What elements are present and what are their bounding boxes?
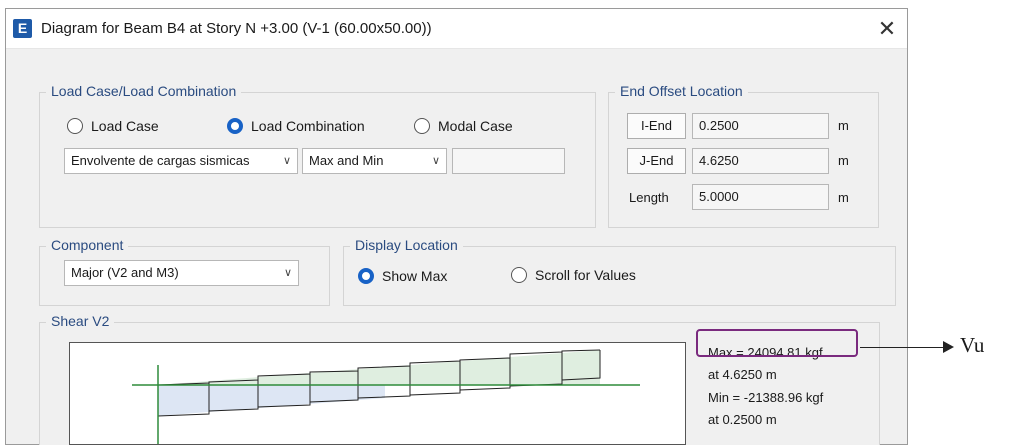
extra-input[interactable] (452, 148, 565, 174)
arrow-right-icon (943, 341, 954, 353)
max-min-select[interactable]: Max and Min ∨ (302, 148, 447, 174)
display-location-legend: Display Location (350, 237, 463, 253)
i-end-unit: m (838, 118, 849, 133)
length-label: Length (629, 190, 669, 205)
j-end-field[interactable]: 4.6250 (692, 148, 829, 174)
combination-select-value: Envolvente de cargas sismicas (71, 153, 250, 168)
etabs-app-icon: E (13, 19, 32, 38)
shear-min-value: Min = -21388.96 kgf (708, 390, 824, 405)
i-end-button[interactable]: I-End (627, 113, 686, 139)
window-title: Diagram for Beam B4 at Story N +3.00 (V-… (41, 20, 432, 37)
annotation-arrow-line (860, 347, 946, 348)
radio-scroll-values-label: Scroll for Values (535, 267, 636, 283)
chevron-down-icon: ∨ (431, 155, 440, 167)
chevron-down-icon: ∨ (283, 267, 292, 279)
shear-legend: Shear V2 (46, 313, 115, 329)
shear-diagram-svg (132, 349, 640, 444)
radio-unchecked-icon (511, 267, 527, 283)
combination-select[interactable]: Envolvente de cargas sismicas ∨ (64, 148, 298, 174)
radio-load-combination-label: Load Combination (251, 118, 365, 134)
radio-unchecked-icon (67, 118, 83, 134)
radio-show-max-label: Show Max (382, 268, 448, 284)
shear-diagram (69, 342, 686, 445)
close-icon[interactable]: ✕ (873, 15, 901, 43)
end-offset-legend: End Offset Location (615, 83, 748, 99)
i-end-field[interactable]: 0.2500 (692, 113, 829, 139)
vu-annotation-label: Vu (960, 333, 985, 357)
component-legend: Component (46, 237, 129, 253)
radio-load-case[interactable]: Load Case (67, 118, 159, 134)
component-select[interactable]: Major (V2 and M3) ∨ (64, 260, 299, 286)
length-field: 5.0000 (692, 184, 829, 210)
radio-load-case-label: Load Case (91, 118, 159, 134)
max-highlight-box (696, 329, 858, 357)
radio-load-combination[interactable]: Load Combination (227, 118, 365, 134)
radio-scroll-values[interactable]: Scroll for Values (511, 267, 636, 283)
radio-checked-icon (227, 118, 243, 134)
radio-unchecked-icon (414, 118, 430, 134)
length-unit: m (838, 190, 849, 205)
radio-modal-case[interactable]: Modal Case (414, 118, 513, 134)
load-case-legend: Load Case/Load Combination (46, 83, 242, 99)
chevron-down-icon: ∨ (282, 155, 291, 167)
j-end-button[interactable]: J-End (627, 148, 686, 174)
j-end-unit: m (838, 153, 849, 168)
shear-max-location: at 4.6250 m (708, 367, 777, 382)
shear-min-location: at 0.2500 m (708, 412, 777, 427)
radio-show-max[interactable]: Show Max (358, 268, 447, 284)
max-min-select-value: Max and Min (309, 153, 384, 168)
radio-checked-icon (358, 268, 374, 284)
component-select-value: Major (V2 and M3) (71, 265, 179, 280)
title-bar: E Diagram for Beam B4 at Story N +3.00 (… (6, 9, 907, 49)
radio-modal-case-label: Modal Case (438, 118, 513, 134)
